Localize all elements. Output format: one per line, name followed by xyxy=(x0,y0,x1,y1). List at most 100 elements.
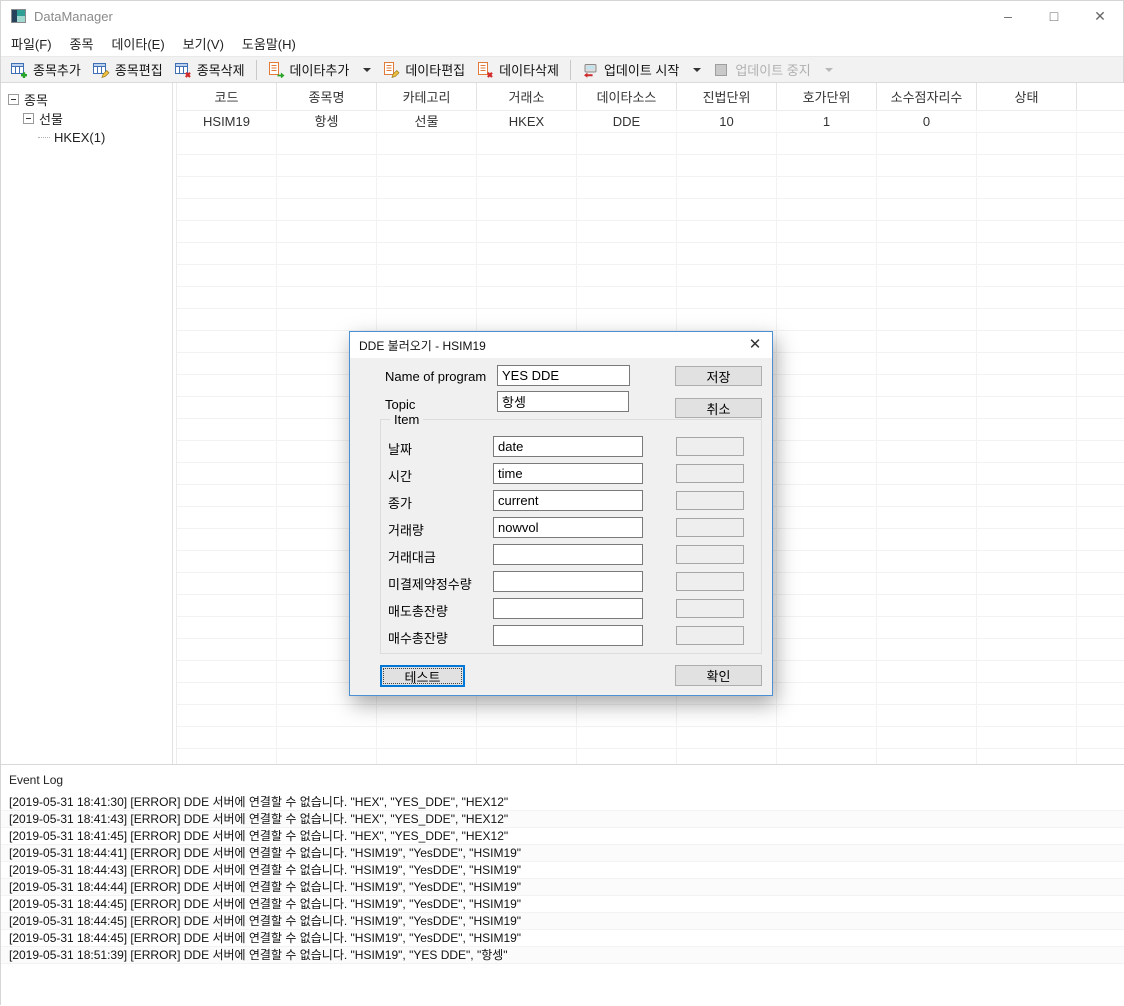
column-header[interactable]: 진법단위 xyxy=(677,83,777,110)
column-header[interactable]: 코드 xyxy=(177,83,277,110)
bid-total-input[interactable] xyxy=(493,625,643,646)
table-cell xyxy=(777,727,877,748)
table-cell xyxy=(877,331,977,352)
table-cell xyxy=(777,507,877,528)
column-header[interactable]: 호가단위 xyxy=(777,83,877,110)
minimize-button[interactable]: – xyxy=(985,1,1031,31)
tree-item-symbols[interactable]: 종목 xyxy=(1,90,172,109)
table-cell xyxy=(977,705,1077,726)
tree-item-futures[interactable]: 선물 xyxy=(1,109,172,128)
delete-data-button[interactable]: 데이타삭제 xyxy=(471,58,565,82)
log-entry[interactable]: [2019-05-31 18:41:45] [ERROR] DDE 서버에 연결… xyxy=(1,828,1124,845)
log-entry[interactable]: [2019-05-31 18:44:45] [ERROR] DDE 서버에 연결… xyxy=(1,930,1124,947)
log-entry[interactable]: [2019-05-31 18:44:44] [ERROR] DDE 서버에 연결… xyxy=(1,879,1124,896)
table-cell xyxy=(877,705,977,726)
table-cell xyxy=(377,243,477,264)
table-cell xyxy=(977,375,1077,396)
chevron-down-icon[interactable] xyxy=(363,68,371,72)
table-cell xyxy=(777,485,877,506)
topic-input[interactable] xyxy=(497,391,629,412)
edit-symbol-button[interactable]: 종목편집 xyxy=(87,58,169,82)
maximize-button[interactable]: □ xyxy=(1031,1,1077,31)
test-button[interactable]: 테스트 xyxy=(380,665,465,687)
open-interest-input[interactable] xyxy=(493,571,643,592)
column-header[interactable]: 카테고리 xyxy=(377,83,477,110)
ok-button[interactable]: 확인 xyxy=(675,665,762,686)
amount-input[interactable] xyxy=(493,544,643,565)
toolbar: 종목추가종목편집종목삭제데이타추가데이타편집데이타삭제업데이트 시작업데이트 중… xyxy=(1,56,1123,83)
menu-item-view[interactable]: 보기(V) xyxy=(174,31,233,56)
table-cell xyxy=(477,133,577,154)
cancel-button[interactable]: 취소 xyxy=(675,398,762,418)
table-cell xyxy=(777,683,877,704)
table-cell xyxy=(977,749,1077,764)
table-cell xyxy=(1077,265,1124,286)
column-header[interactable]: 거래소 xyxy=(477,83,577,110)
collapse-expander-icon[interactable] xyxy=(23,113,34,124)
date-label: 날짜 xyxy=(388,439,412,458)
window-controls: – □ ✕ xyxy=(985,1,1123,31)
save-button[interactable]: 저장 xyxy=(675,366,762,386)
table-cell xyxy=(677,287,777,308)
menu-item-data[interactable]: 데이타(E) xyxy=(102,31,173,56)
add-symbol-button[interactable]: 종목추가 xyxy=(5,58,87,82)
table-cell xyxy=(777,309,877,330)
volume-input[interactable] xyxy=(493,517,643,538)
menu-item-help[interactable]: 도움말(H) xyxy=(233,31,305,56)
delete-symbol-button[interactable]: 종목삭제 xyxy=(169,58,251,82)
table-cell xyxy=(1077,551,1124,572)
table-cell xyxy=(1077,177,1124,198)
log-entry[interactable]: [2019-05-31 18:44:43] [ERROR] DDE 서버에 연결… xyxy=(1,862,1124,879)
program-input[interactable] xyxy=(497,365,630,386)
dialog-close-icon[interactable]: ✕ xyxy=(738,332,772,358)
column-header[interactable]: 상태 xyxy=(977,83,1077,110)
log-entry[interactable]: [2019-05-31 18:41:30] [ERROR] DDE 서버에 연결… xyxy=(1,794,1124,811)
menu-item-symbol[interactable]: 종목 xyxy=(61,31,103,56)
table-cell xyxy=(777,529,877,550)
table-cell xyxy=(577,287,677,308)
table-row[interactable]: HSIM19항셍선물HKEXDDE1010 xyxy=(177,111,1124,133)
table-cell xyxy=(877,595,977,616)
log-entry[interactable]: [2019-05-31 18:51:39] [ERROR] DDE 서버에 연결… xyxy=(1,947,1124,964)
log-entry[interactable]: [2019-05-31 18:44:45] [ERROR] DDE 서버에 연결… xyxy=(1,896,1124,913)
close-input[interactable] xyxy=(493,490,643,511)
table-cell xyxy=(577,727,677,748)
table-cell xyxy=(577,749,677,764)
table-cell xyxy=(877,661,977,682)
table-cell xyxy=(177,639,277,660)
log-entry[interactable]: [2019-05-31 18:44:41] [ERROR] DDE 서버에 연결… xyxy=(1,845,1124,862)
table-empty-row xyxy=(177,309,1124,331)
table-cell xyxy=(377,221,477,242)
chevron-down-icon[interactable] xyxy=(693,68,701,72)
date-input[interactable] xyxy=(493,436,643,457)
table-cell xyxy=(877,463,977,484)
table-cell xyxy=(777,199,877,220)
ask-total-input[interactable] xyxy=(493,598,643,619)
table-cell xyxy=(977,727,1077,748)
table-cell xyxy=(777,243,877,264)
menu-item-file[interactable]: 파일(F) xyxy=(2,31,61,56)
dialog-title: DDE 불러오기 - HSIM19 xyxy=(359,337,486,354)
log-entry[interactable]: [2019-05-31 18:41:43] [ERROR] DDE 서버에 연결… xyxy=(1,811,1124,828)
add-data-button[interactable]: 데이타추가 xyxy=(262,58,378,82)
table-cell xyxy=(1077,111,1124,132)
start-update-button[interactable]: 업데이트 시작 xyxy=(576,58,707,82)
table-cell xyxy=(477,309,577,330)
column-header[interactable]: 소수점자리수 xyxy=(877,83,977,110)
close-button[interactable]: ✕ xyxy=(1077,1,1123,31)
data-add-icon xyxy=(268,62,285,78)
table-cell xyxy=(777,463,877,484)
table-cell xyxy=(177,177,277,198)
tree-connector-icon xyxy=(38,137,50,138)
tree-item-hkex[interactable]: HKEX(1) xyxy=(1,128,172,147)
table-cell xyxy=(1077,683,1124,704)
open-interest-result-box xyxy=(676,572,744,591)
table-cell xyxy=(277,133,377,154)
collapse-expander-icon[interactable] xyxy=(8,94,19,105)
log-entry[interactable]: [2019-05-31 18:44:45] [ERROR] DDE 서버에 연결… xyxy=(1,913,1124,930)
table-cell xyxy=(377,155,477,176)
edit-data-button[interactable]: 데이타편집 xyxy=(377,58,471,82)
column-header[interactable]: 데이타소스 xyxy=(577,83,677,110)
column-header[interactable]: 종목명 xyxy=(277,83,377,110)
time-input[interactable] xyxy=(493,463,643,484)
